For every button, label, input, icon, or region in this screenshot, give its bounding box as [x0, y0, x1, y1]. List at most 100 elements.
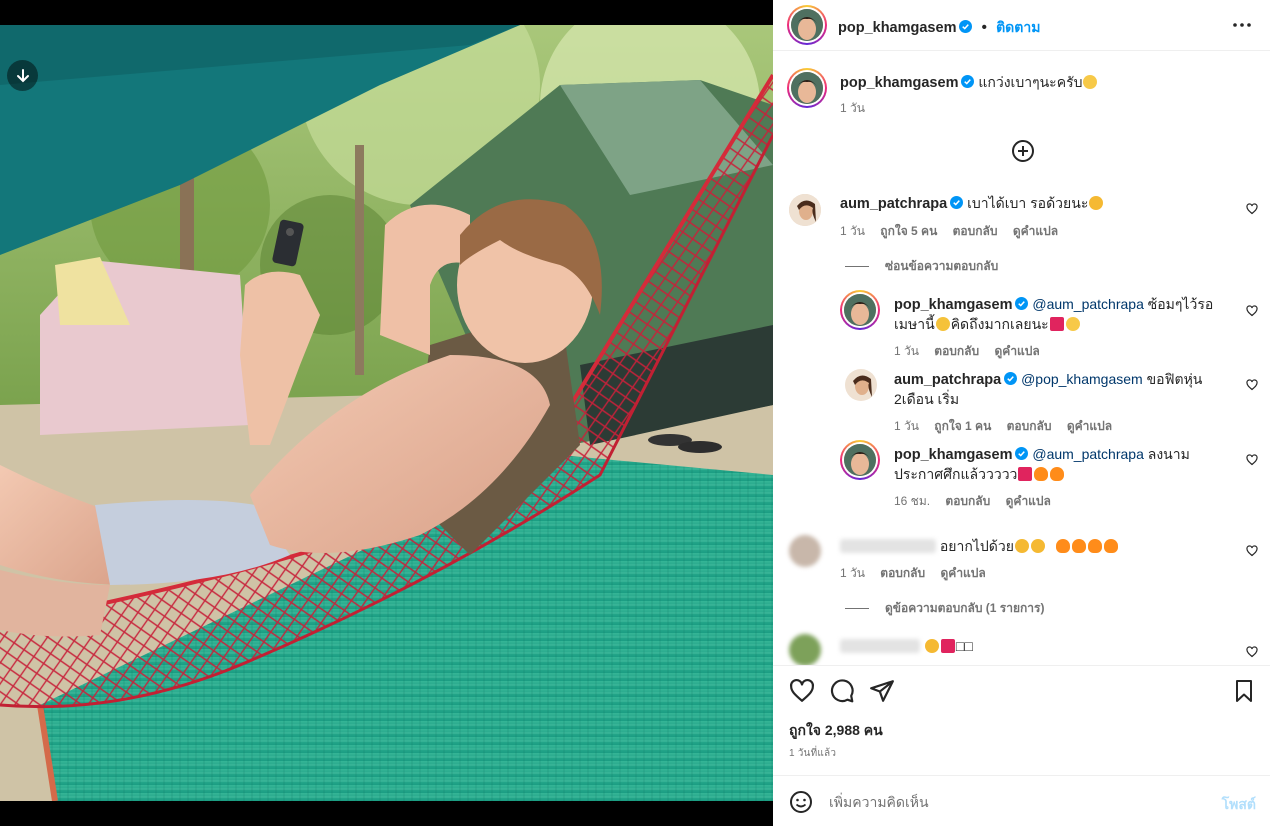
- reply-text-cont: เมษานี้: [894, 316, 935, 332]
- blurred-username[interactable]: [840, 639, 920, 653]
- reply-text: ขอฟิตหุ่น: [1146, 371, 1203, 387]
- reply-button[interactable]: ตอบกลับ: [1007, 419, 1052, 433]
- comment-bubble-icon[interactable]: [829, 678, 855, 704]
- reply-text-cont: 2เดือน เริ่ม: [894, 391, 960, 407]
- reply-text: ซ้อมๆไว้รอ: [1147, 296, 1214, 312]
- like-comment-heart-icon[interactable]: [1246, 454, 1258, 466]
- comment: อยากไปด้วย: [840, 537, 1230, 556]
- reply-button[interactable]: ตอบกลับ: [953, 224, 998, 238]
- comment-input[interactable]: [829, 788, 1199, 816]
- heart-eyes-emoji-icon: [924, 639, 939, 653]
- fire-emoji-icon: [1055, 539, 1070, 553]
- follow-button[interactable]: ติดตาม: [996, 19, 1040, 35]
- verified-badge-icon: [1004, 372, 1018, 385]
- post-header: pop_khamgasem • ติดตาม: [773, 0, 1270, 51]
- blurred-username[interactable]: [840, 539, 936, 553]
- translate-button[interactable]: ดูคำแปล: [1006, 494, 1051, 508]
- comments-scroll-area[interactable]: pop_khamgasem แกว่งเบาๆนะครับ 1 วัน aum_…: [773, 51, 1270, 665]
- hide-replies-label: ซ่อนข้อความตอบกลับ: [885, 259, 999, 273]
- reply-meta: 1 วัน ถูกใจ 1 คน ตอบกลับ ดูคำแปล: [894, 417, 1124, 436]
- red-heart-emoji-icon: [1018, 467, 1033, 481]
- commenter-avatar[interactable]: [789, 634, 821, 665]
- translate-button[interactable]: ดูคำแปล: [1013, 224, 1058, 238]
- verified-badge-icon: [1015, 297, 1029, 310]
- comment-composer: โพสต์: [773, 775, 1270, 826]
- translate-button[interactable]: ดูคำแปล: [995, 344, 1040, 358]
- heart-eyes-emoji-icon: [1014, 539, 1029, 553]
- author-username[interactable]: pop_khamgasem: [838, 20, 956, 36]
- reply-likes-count[interactable]: ถูกใจ 1 คน: [934, 419, 991, 433]
- save-bookmark-icon[interactable]: [1232, 678, 1256, 704]
- reply-avatar[interactable]: [840, 440, 880, 480]
- avatar-image: [791, 72, 823, 104]
- replies-divider-line: [845, 266, 869, 268]
- reply-mention[interactable]: @aum_patchrapa: [1032, 446, 1144, 462]
- heart-eyes-emoji-icon: [1030, 539, 1045, 553]
- post-comment-button[interactable]: โพสต์: [1222, 794, 1256, 816]
- post-date[interactable]: 1 วันที่แล้ว: [789, 746, 836, 761]
- caption-avatar[interactable]: [787, 68, 827, 108]
- header-user-line: pop_khamgasem • ติดตาม: [838, 17, 1040, 39]
- reply-meta: 16 ชม. ตอบกลับ ดูคำแปล: [894, 492, 1063, 511]
- reply-meta: 1 วัน ตอบกลับ ดูคำแปล: [894, 342, 1052, 361]
- like-comment-heart-icon[interactable]: [1246, 379, 1258, 391]
- translate-button[interactable]: ดูคำแปล: [941, 566, 986, 580]
- comment: □□: [840, 637, 1230, 656]
- reply-username[interactable]: aum_patchrapa: [894, 372, 1001, 388]
- translate-button[interactable]: ดูคำแปล: [1067, 419, 1112, 433]
- reply-time[interactable]: 16 ชม.: [894, 494, 930, 508]
- reply: aum_patchrapa @pop_khamgasem ขอฟิตหุ่น 2…: [894, 370, 1239, 409]
- reply-avatar[interactable]: [845, 369, 877, 401]
- instagram-post-modal: pop_khamgasem • ติดตาม pop_khamgasem แกว…: [0, 0, 1270, 826]
- more-options-icon[interactable]: [1230, 15, 1254, 35]
- winking-face-emoji-icon: [1083, 75, 1098, 89]
- reply-avatar[interactable]: [840, 290, 880, 330]
- reply-button[interactable]: ตอบกลับ: [945, 494, 990, 508]
- like-heart-icon[interactable]: [789, 678, 815, 704]
- post-photo[interactable]: [0, 25, 773, 801]
- caption-time[interactable]: 1 วัน: [840, 101, 865, 115]
- download-icon[interactable]: [7, 60, 38, 91]
- comment-time[interactable]: 1 วัน: [840, 224, 865, 238]
- reply-mention[interactable]: @pop_khamgasem: [1021, 371, 1143, 387]
- like-comment-heart-icon[interactable]: [1246, 203, 1258, 215]
- reply-time[interactable]: 1 วัน: [894, 419, 919, 433]
- likes-count[interactable]: ถูกใจ 2,988 คน: [789, 720, 883, 742]
- caption-username[interactable]: pop_khamgasem: [840, 75, 958, 91]
- reply-time[interactable]: 1 วัน: [894, 344, 919, 358]
- reply-username[interactable]: pop_khamgasem: [894, 447, 1012, 463]
- reply-username[interactable]: pop_khamgasem: [894, 297, 1012, 313]
- like-comment-heart-icon[interactable]: [1246, 545, 1258, 557]
- emoji-picker-icon[interactable]: [789, 790, 813, 814]
- comment-text: อยากไปด้วย: [939, 538, 1014, 554]
- share-send-icon[interactable]: [869, 678, 895, 704]
- comment-text: เบาได้เบา รอด้วยนะ: [967, 195, 1089, 211]
- fire-emoji-icon: [1071, 539, 1086, 553]
- zany-face-emoji-icon: [935, 317, 950, 331]
- fire-emoji-icon: [1034, 467, 1049, 481]
- comment-text: □□: [955, 638, 973, 654]
- view-replies-label: ดูข้อความตอบกลับ (1 รายการ): [885, 601, 1045, 615]
- reply-button[interactable]: ตอบกลับ: [880, 566, 925, 580]
- load-more-comments-icon[interactable]: [1011, 139, 1035, 163]
- red-heart-emoji-icon: [1049, 317, 1064, 331]
- reply-text-cont2: คิดถึงมากเลยนะ: [950, 316, 1049, 332]
- reply-mention[interactable]: @aum_patchrapa: [1032, 296, 1144, 312]
- commenter-avatar[interactable]: [789, 535, 821, 567]
- like-comment-heart-icon[interactable]: [1246, 646, 1258, 658]
- hide-replies-button[interactable]: ซ่อนข้อความตอบกลับ: [845, 257, 998, 276]
- comment-username[interactable]: aum_patchrapa: [840, 196, 947, 212]
- view-replies-button[interactable]: ดูข้อความตอบกลับ (1 รายการ): [845, 599, 1044, 618]
- avatar-image: [791, 9, 823, 41]
- reply-button[interactable]: ตอบกลับ: [934, 344, 979, 358]
- comment-likes-count[interactable]: ถูกใจ 5 คน: [880, 224, 937, 238]
- commenter-avatar[interactable]: [789, 194, 821, 226]
- separator-dot: •: [981, 19, 987, 36]
- fire-emoji-icon: [1087, 539, 1102, 553]
- like-comment-heart-icon[interactable]: [1246, 305, 1258, 317]
- comment: aum_patchrapa เบาได้เบา รอด้วยนะ: [840, 194, 1230, 214]
- comment-time[interactable]: 1 วัน: [840, 566, 865, 580]
- author-avatar[interactable]: [787, 5, 827, 45]
- replies-divider-line: [845, 608, 869, 610]
- reply: pop_khamgasem @aum_patchrapa ลงนาม ประกา…: [894, 445, 1239, 484]
